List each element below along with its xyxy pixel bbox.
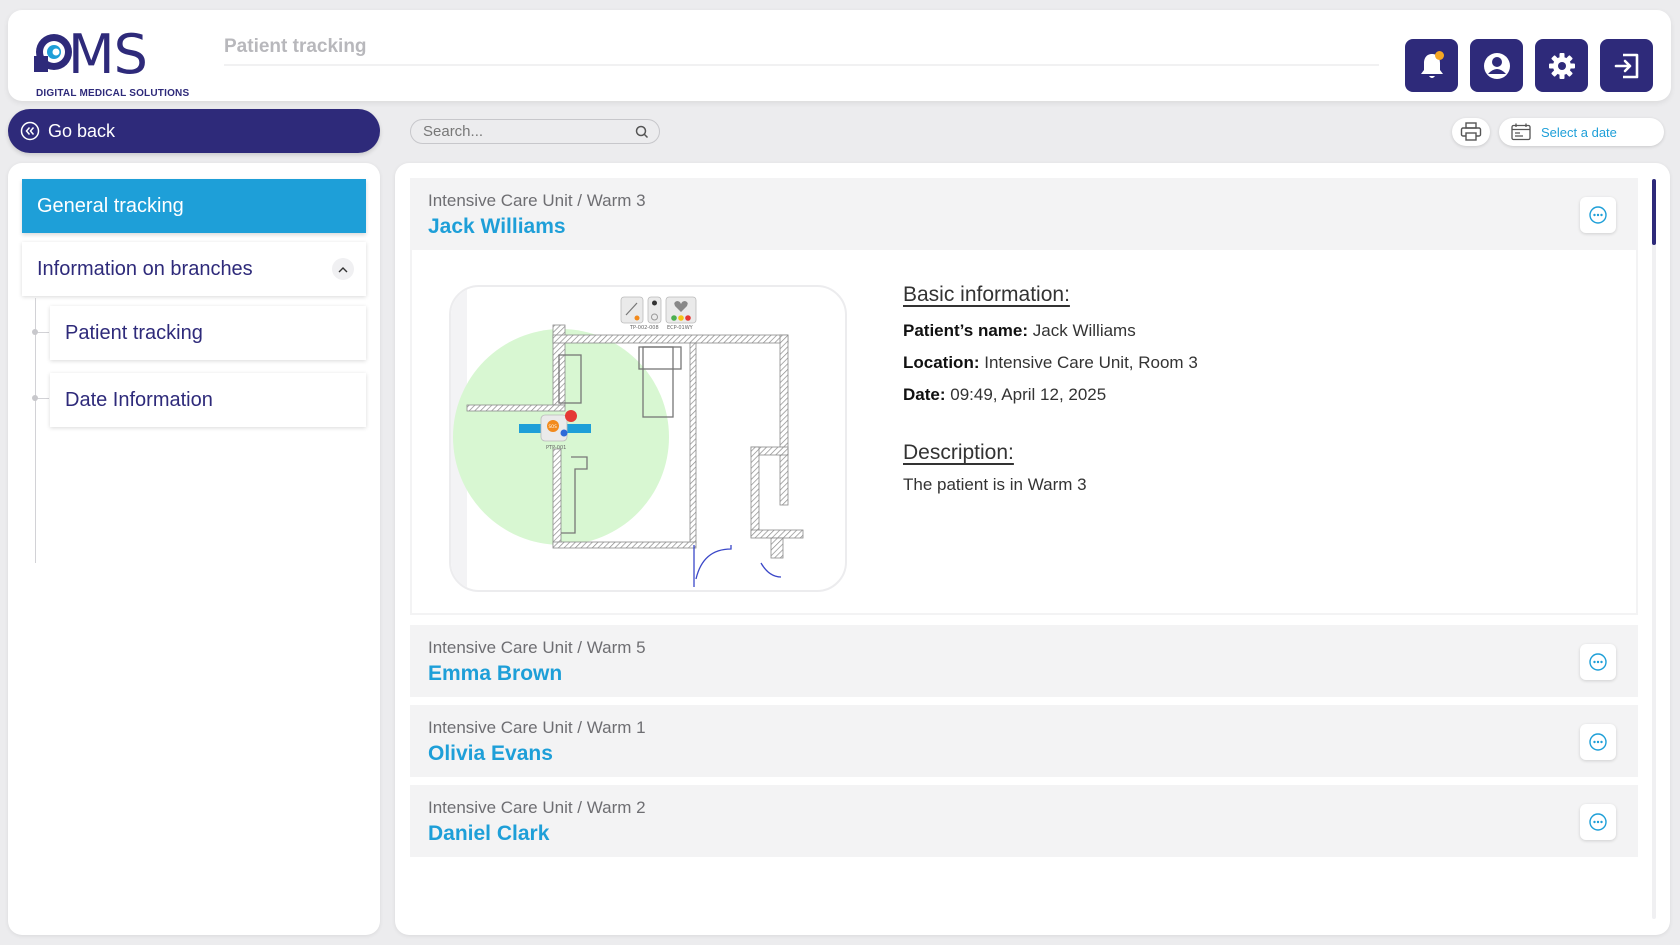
more-options-button[interactable] — [1580, 644, 1616, 680]
info-value: Jack Williams — [1032, 321, 1136, 340]
tree-node — [32, 395, 38, 401]
patient-name[interactable]: Daniel Clark — [428, 822, 549, 846]
patient-name[interactable]: Olivia Evans — [428, 742, 553, 766]
search-icon[interactable] — [635, 125, 649, 139]
sidebar-item-general-tracking[interactable]: General tracking — [22, 179, 366, 233]
info-label: Date: — [903, 385, 946, 404]
info-row-name: Patient’s name: Jack Williams — [903, 321, 1198, 341]
floor-plan: TP-002-008 ECP-01WY SOS PTP-001 — [451, 287, 804, 590]
date-picker-label: Select a date — [1541, 124, 1617, 140]
description-text: The patient is in Warm 3 — [903, 475, 1087, 494]
logout-button[interactable] — [1600, 39, 1653, 92]
sidebar-item-information-on-branches[interactable]: Information on branches — [22, 242, 366, 296]
info-value: 09:49, April 12, 2025 — [950, 385, 1107, 404]
calendar-icon — [1511, 123, 1531, 141]
patient-list-panel: Intensive Care Unit / Warm 3 Jack Willia… — [395, 163, 1670, 935]
more-horizontal-icon — [1589, 813, 1607, 831]
patient-card: Intensive Care Unit / Warm 3 Jack Willia… — [410, 178, 1638, 615]
date-picker-button[interactable]: Select a date — [1499, 118, 1664, 146]
page-title: Patient tracking — [224, 36, 367, 57]
print-button[interactable] — [1452, 118, 1490, 146]
sos-alert-marker — [565, 410, 577, 422]
more-horizontal-icon — [1589, 206, 1607, 224]
info-row-location: Location: Intensive Care Unit, Room 3 — [903, 353, 1198, 373]
gear-icon — [1548, 52, 1575, 79]
more-options-button[interactable] — [1580, 724, 1616, 760]
patient-name[interactable]: Jack Williams — [428, 215, 566, 239]
go-back-label: Go back — [48, 120, 116, 141]
device-sensor[interactable] — [620, 296, 644, 324]
logo: MS DIGITAL MEDICAL SOLUTIONS — [28, 22, 198, 102]
more-options-button[interactable] — [1580, 197, 1616, 233]
basic-info-title: Basic information: — [903, 283, 1070, 306]
brand-name: MS — [68, 23, 148, 86]
patient-card: Intensive Care Unit / Warm 2 Daniel Clar… — [410, 785, 1638, 857]
more-horizontal-icon — [1589, 733, 1607, 751]
sidebar-item-label: General tracking — [37, 194, 184, 217]
patient-location: Intensive Care Unit / Warm 3 — [428, 191, 646, 210]
patient-location: Intensive Care Unit / Warm 2 — [428, 798, 646, 817]
header-divider — [224, 64, 1379, 66]
sidebar-item-label: Patient tracking — [65, 321, 203, 344]
patient-card: Intensive Care Unit / Warm 5 Emma Brown — [410, 625, 1638, 697]
notifications-button[interactable] — [1405, 39, 1458, 92]
device-label: PTP-001 — [546, 445, 566, 451]
printer-icon — [1460, 122, 1482, 141]
basic-info: Basic information: Patient’s name: Jack … — [903, 283, 1198, 495]
sos-label: SOS — [549, 424, 558, 429]
patient-card: Intensive Care Unit / Warm 1 Olivia Evan… — [410, 705, 1638, 777]
profile-button[interactable] — [1470, 39, 1523, 92]
device-label: TP-002-008 — [629, 325, 659, 331]
app-header: MS DIGITAL MEDICAL SOLUTIONS Patient tra… — [8, 10, 1671, 101]
info-label: Patient’s name: — [903, 321, 1029, 340]
collapse-toggle[interactable] — [332, 258, 354, 280]
patient-card-header[interactable]: Intensive Care Unit / Warm 3 Jack Willia… — [410, 178, 1638, 250]
patient-location: Intensive Care Unit / Warm 5 — [428, 638, 646, 657]
logout-icon — [1614, 53, 1638, 78]
chevron-up-icon — [338, 266, 348, 272]
sidebar-item-label: Information on branches — [37, 257, 253, 280]
floor-plan-map[interactable]: TP-002-008 ECP-01WY SOS PTP-001 — [449, 285, 847, 592]
brand-tagline: DIGITAL MEDICAL SOLUTIONS — [36, 88, 190, 99]
patient-details: TP-002-008 ECP-01WY SOS PTP-001 Basic in… — [412, 250, 1636, 613]
tree-node — [32, 329, 38, 335]
search-input[interactable] — [423, 123, 635, 140]
patient-location: Intensive Care Unit / Warm 1 — [428, 718, 646, 737]
sidebar-item-date-information[interactable]: Date Information — [50, 373, 366, 427]
description-title: Description: — [903, 441, 1014, 464]
patient-card-header[interactable]: Intensive Care Unit / Warm 1 Olivia Evan… — [410, 705, 1638, 777]
more-options-button[interactable] — [1580, 804, 1616, 840]
search-box[interactable] — [410, 119, 660, 144]
sidebar: General tracking Information on branches… — [8, 163, 380, 935]
sidebar-item-label: Date Information — [65, 388, 213, 411]
device-label: ECP-01WY — [667, 325, 694, 331]
patient-name[interactable]: Emma Brown — [428, 662, 562, 686]
scrollbar-track[interactable] — [1652, 179, 1656, 919]
info-row-date: Date: 09:49, April 12, 2025 — [903, 385, 1198, 405]
info-value: Intensive Care Unit, Room 3 — [984, 353, 1198, 372]
go-back-button[interactable]: Go back — [8, 109, 380, 153]
scrollbar-thumb[interactable] — [1652, 179, 1656, 245]
sidebar-item-patient-tracking[interactable]: Patient tracking — [50, 306, 366, 360]
settings-button[interactable] — [1535, 39, 1588, 92]
double-chevron-left-icon — [20, 121, 40, 141]
tree-connector — [35, 298, 36, 563]
notification-badge — [1435, 51, 1444, 60]
info-label: Location: — [903, 353, 980, 372]
more-horizontal-icon — [1589, 653, 1607, 671]
patient-card-header[interactable]: Intensive Care Unit / Warm 2 Daniel Clar… — [410, 785, 1638, 857]
user-icon — [1483, 52, 1510, 79]
patient-card-header[interactable]: Intensive Care Unit / Warm 5 Emma Brown — [410, 625, 1638, 697]
